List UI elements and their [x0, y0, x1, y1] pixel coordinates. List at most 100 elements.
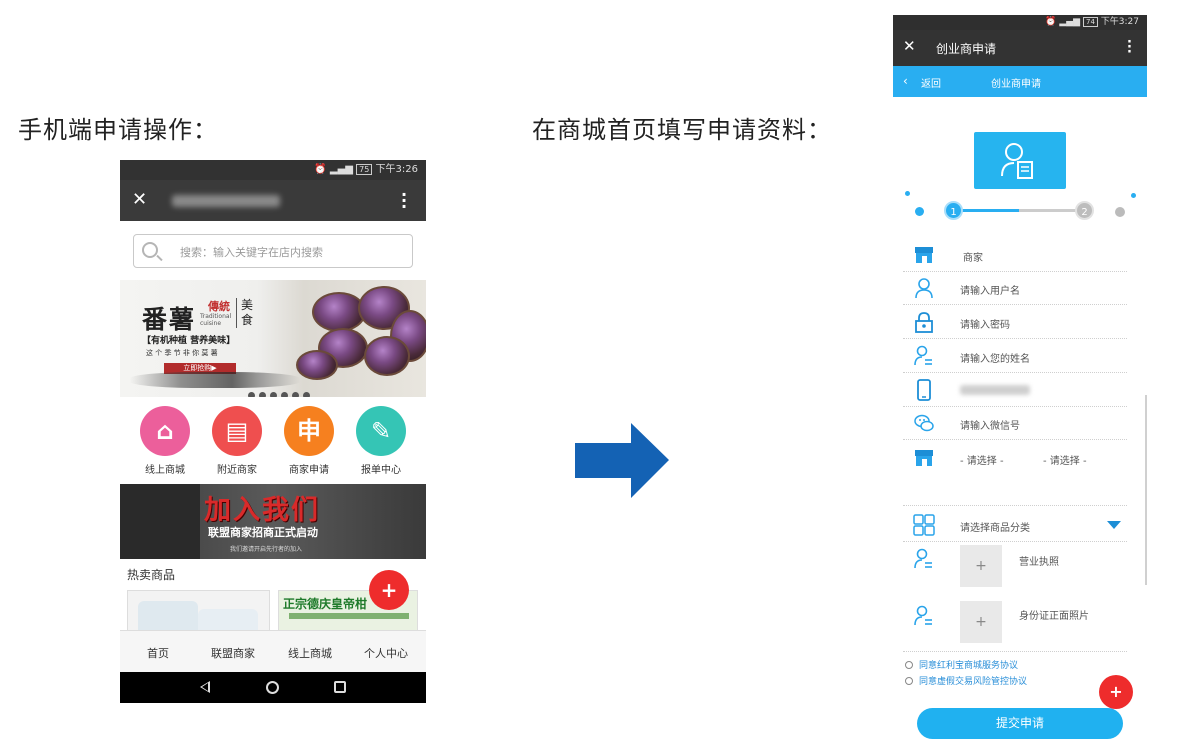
status-bar: ⏰ ▂▄▆ 75 下午3:26 — [120, 160, 426, 180]
id-card-upload[interactable]: + — [960, 601, 1002, 643]
recent-apps-icon[interactable] — [334, 681, 346, 693]
wechat-field[interactable]: 请输入微信号 — [903, 407, 1127, 440]
username-placeholder: 请输入用户名 — [960, 286, 1020, 297]
region-select-row: - 请选择 - - 请选择 - — [903, 442, 1127, 506]
battery-icon: 75 — [356, 164, 373, 175]
banner-slogan: 【有机种植 营养美味】 — [142, 336, 236, 346]
blurred-title — [172, 195, 280, 207]
signal-icon: ▂▄▆ — [1059, 17, 1081, 27]
right-phone-screenshot: ⏰ ▂▄▆ 74 下午3:27 ✕ 创业商申请 · · · ‹ 返回 创业商申请 1… — [893, 15, 1147, 744]
banner-subline: 这 个 季 节 非 你 莫 薯 — [146, 349, 218, 357]
product-title: 正宗德庆皇帝柑 — [283, 597, 368, 611]
page-title: 创业商申请 — [936, 42, 997, 56]
person-icon — [914, 605, 932, 626]
agree-risk-agreement[interactable]: 同意虚假交易风险管控协议 — [905, 674, 1027, 687]
step-2: 2 — [1075, 201, 1094, 220]
banner-tag: 傳統 — [208, 300, 230, 313]
id-card-label: 身份证正面照片 — [1019, 611, 1089, 622]
sweet-potato-banner[interactable]: 番薯 傳統 Traditional cuisine 美食 【有机种植 营养美味】 … — [120, 280, 426, 397]
add-fab-button[interactable]: + — [369, 570, 409, 610]
store-icon — [915, 247, 933, 263]
agree-service-agreement[interactable]: 同意红利宝商城服务协议 — [905, 658, 1018, 671]
radio-icon[interactable] — [905, 677, 913, 685]
blurred-phone-number — [960, 385, 1030, 395]
home-icon[interactable] — [266, 681, 279, 694]
product-subline — [289, 613, 409, 619]
banner-tag-english: Traditional cuisine — [200, 313, 232, 327]
close-icon[interactable]: ✕ — [903, 37, 916, 55]
more-menu-icon[interactable]: · · · — [1127, 36, 1132, 59]
category-merchant-apply[interactable]: 申 商家申请 — [279, 406, 339, 476]
decor-dot — [915, 207, 924, 216]
wechat-placeholder: 请输入微信号 — [960, 421, 1020, 432]
person-icon — [914, 548, 932, 569]
chevron-left-icon[interactable]: ‹ — [903, 74, 908, 88]
person-icon-wrap — [913, 548, 935, 574]
join-subtitle: 联盟商家招商正式启动 — [208, 526, 318, 539]
nav-online-mall[interactable]: 线上商城 — [288, 645, 332, 661]
search-input[interactable]: 搜索：输入关键字在店内搜索 — [133, 234, 413, 268]
submit-button[interactable]: 提交申请 — [917, 708, 1123, 739]
phone-field[interactable] — [903, 374, 1127, 407]
name-field[interactable]: 请输入您的姓名 — [903, 340, 1127, 373]
product-card[interactable] — [127, 590, 270, 635]
select-1[interactable]: - 请选择 - — [960, 452, 1004, 467]
nav-home[interactable]: 首页 — [147, 645, 169, 661]
select-2[interactable]: - 请选择 - — [1043, 452, 1087, 467]
category-label: 线上商城 — [145, 465, 185, 476]
left-heading: 手机端申请操作： — [18, 116, 218, 144]
name-placeholder: 请输入您的姓名 — [960, 354, 1030, 365]
mall-icon: ⌂ — [140, 406, 190, 456]
search-icon — [142, 242, 158, 258]
merchant-type-row[interactable]: 商家 — [903, 239, 1127, 272]
scrollbar[interactable] — [1145, 395, 1147, 585]
close-icon[interactable]: ✕ — [132, 189, 147, 210]
business-license-label: 营业执照 — [1019, 557, 1059, 568]
signal-icon: ▂▄▆ — [329, 164, 353, 175]
category-label: 报单中心 — [361, 465, 401, 476]
report-icon: ✎ — [356, 406, 406, 456]
right-arrow-icon — [575, 423, 669, 498]
merchant-type-text: 商家 — [963, 253, 983, 264]
more-menu-icon[interactable]: · · · — [401, 187, 407, 215]
carousel-dots[interactable] — [248, 384, 314, 397]
password-placeholder: 请输入密码 — [960, 320, 1010, 331]
potato-image — [296, 350, 338, 380]
status-bar: ⏰ ▂▄▆ 74 下午3:27 — [893, 15, 1147, 30]
category-placeholder: 请选择商品分类 — [960, 523, 1030, 534]
status-time: 下午3:27 — [1100, 17, 1139, 27]
password-field[interactable]: 请输入密码 — [903, 306, 1127, 339]
dropdown-arrow-icon — [1107, 521, 1121, 529]
category-online-mall[interactable]: ⌂ 线上商城 — [135, 406, 195, 476]
person-icon-wrap — [913, 605, 935, 631]
username-field[interactable]: 请输入用户名 — [903, 272, 1127, 305]
grid-icon — [913, 514, 935, 536]
decor-dot — [1131, 193, 1136, 198]
shop-icon: ▤ — [212, 406, 262, 456]
banner-title: 番薯 — [142, 305, 197, 334]
add-fab-button[interactable]: + — [1099, 675, 1133, 709]
join-title: 加入我们 — [204, 495, 320, 526]
sub-header: ‹ 返回 创业商申请 — [893, 66, 1147, 97]
nav-merchants[interactable]: 联盟商家 — [211, 645, 255, 661]
sub-title: 创业商申请 — [991, 79, 1041, 90]
phone-icon — [917, 379, 931, 401]
store-icon — [915, 450, 933, 466]
left-phone-screenshot: ⏰ ▂▄▆ 75 下午3:26 ✕ · · · 搜索：输入关键字在店内搜索 番薯 傳… — [120, 160, 426, 703]
alarm-icon: ⏰ — [314, 164, 327, 175]
back-icon[interactable] — [200, 681, 210, 693]
banner-meishi: 美食 — [236, 298, 254, 328]
radio-icon[interactable] — [905, 661, 913, 669]
hot-products-label: 热卖商品 — [127, 568, 176, 582]
category-select[interactable]: 请选择商品分类 — [903, 509, 1127, 542]
battery-icon: 74 — [1082, 17, 1098, 27]
nav-profile[interactable]: 个人中心 — [364, 645, 408, 661]
category-nearby-merchants[interactable]: ▤ 附近商家 — [207, 406, 267, 476]
divider — [903, 651, 1127, 652]
back-link[interactable]: 返回 — [921, 75, 941, 90]
business-license-upload[interactable]: + — [960, 545, 1002, 587]
category-report-center[interactable]: ✎ 报单中心 — [351, 406, 411, 476]
category-label: 商家申请 — [289, 465, 329, 476]
alarm-icon: ⏰ — [1045, 17, 1057, 27]
join-us-banner[interactable]: 加入我们 联盟商家招商正式启动 我们邀请开启先行者的加入 — [120, 484, 426, 559]
